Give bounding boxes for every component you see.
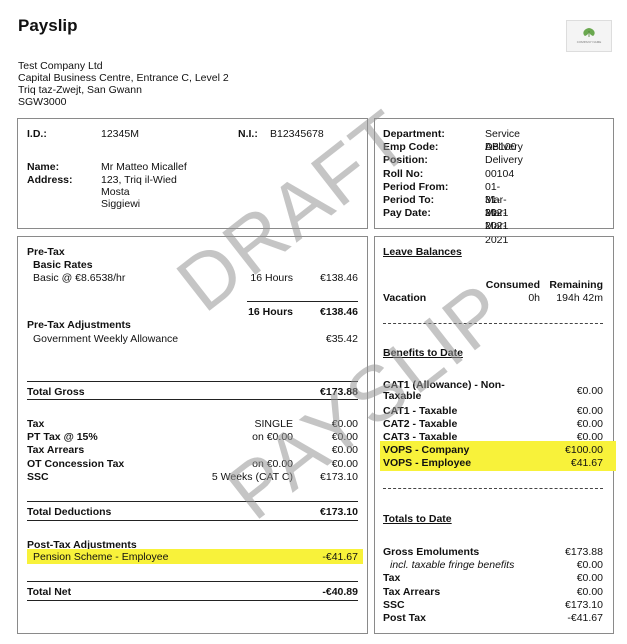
benefits-divider [383, 488, 603, 489]
company-address-line1: Capital Business Centre, Entrance C, Lev… [18, 72, 229, 84]
totals-label: SSC [383, 599, 405, 611]
basic-rates-heading: Basic Rates [33, 259, 93, 271]
company-address: Test Company Ltd Capital Business Centre… [18, 60, 229, 108]
address-label: Address: [27, 174, 73, 186]
gov-allowance-label: Government Weekly Allowance [33, 333, 179, 345]
id-value: 12345M [101, 128, 139, 140]
address-line: Mosta [101, 186, 130, 198]
benefit-amount: €0.00 [576, 405, 603, 417]
deduction-label: Tax Arrears [27, 444, 85, 457]
job-value: AB100 [485, 141, 517, 154]
subtotal-amount: €138.46 [320, 306, 358, 318]
totals-amount: -€41.67 [567, 612, 603, 624]
pretax-heading: Pre-Tax [27, 246, 65, 258]
benefit-label: VOPS - Employee [383, 457, 472, 469]
benefit-amount: €0.00 [576, 418, 603, 430]
gov-allowance-amount: €35.42 [325, 333, 358, 345]
totals-amount: €0.00 [576, 559, 603, 571]
deduction-label: OT Concession Tax [27, 457, 125, 470]
pension-label: Pension Scheme - Employee [33, 551, 169, 563]
remaining-header: Remaining [549, 279, 603, 291]
gross-rule [27, 381, 358, 382]
totals-label: Tax Arrears [383, 586, 441, 598]
job-value: Delivery [485, 154, 523, 167]
benefit-amount: €0.00 [576, 385, 603, 397]
totals-amount: €0.00 [576, 572, 603, 584]
leaf-icon [583, 28, 595, 37]
totals-label: Tax [383, 572, 401, 584]
name-label: Name: [27, 161, 60, 173]
total-deductions-label: Total Deductions [27, 506, 112, 518]
company-logo: COMPANY NAME [566, 20, 612, 52]
totals-amount: €173.88 [565, 546, 603, 558]
deduction-label: PT Tax @ 15% [27, 431, 98, 444]
address-line: Siggiewi [101, 198, 141, 210]
name-value: Mr Matteo Micallef [101, 161, 187, 173]
company-name: Test Company Ltd [18, 60, 103, 72]
address-line: 123, Triq il-Wied [101, 174, 177, 186]
company-address-line2: Triq taz-Zwejt, San Gwann [18, 84, 142, 96]
ni-label: N.I.: [238, 128, 258, 140]
totals-label: Post Tax [383, 612, 426, 624]
job-label: Period To: [383, 193, 435, 206]
benefit-amount: €41.67 [570, 457, 603, 469]
job-label: Pay Date: [383, 207, 431, 220]
totals-label: incl. taxable fringe benefits [390, 559, 515, 571]
basic-rate-line: Basic @ €8.6538/hr [33, 272, 126, 284]
totals-amount: €173.10 [565, 599, 603, 611]
id-label: I.D.: [27, 128, 47, 140]
totals-amount: €0.00 [576, 586, 603, 598]
page-title: Payslip [18, 16, 78, 35]
totals-heading: Totals to Date [383, 513, 452, 525]
total-deductions-amount: €173.10 [320, 506, 358, 518]
basic-amount: €138.46 [320, 272, 358, 284]
benefit-label: VOPS - Company [383, 444, 470, 456]
job-value: 00104 [485, 167, 515, 180]
net-rule [27, 581, 358, 582]
leave-balances-heading: Leave Balances [383, 246, 462, 258]
total-net-amount: -€40.89 [322, 586, 358, 598]
pretax-adjustments-heading: Pre-Tax Adjustments [27, 319, 131, 331]
total-gross-label: Total Gross [27, 386, 85, 398]
benefit-amount: €100.00 [565, 444, 603, 456]
deduction-label: SSC [27, 470, 49, 483]
subtotal-rule [247, 301, 358, 302]
address-value: 123, Triq il-Wied Mosta Siggiewi [101, 174, 177, 210]
pension-amount: -€41.67 [322, 551, 358, 563]
logo-text: COMPANY NAME [576, 40, 602, 44]
vacation-remaining: 194h 42m [556, 292, 603, 304]
company-address-line3: SGW3000 [18, 96, 67, 108]
net-rule-bottom [27, 600, 358, 601]
deductions-rule-bottom [27, 520, 358, 521]
totals-label: Gross Emoluments [383, 546, 480, 558]
deduction-label: Tax [27, 418, 45, 430]
total-net-label: Total Net [27, 586, 72, 598]
